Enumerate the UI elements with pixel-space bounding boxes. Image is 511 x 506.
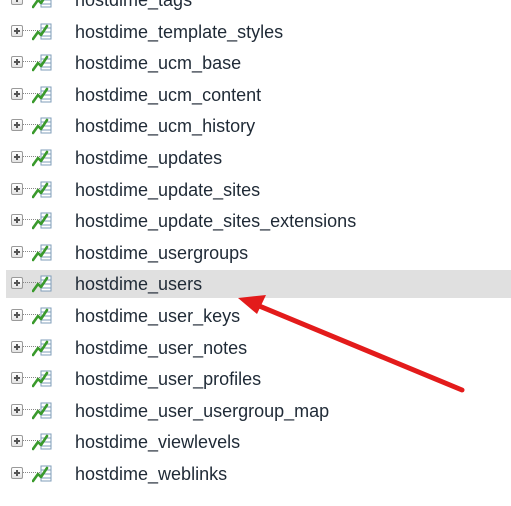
plus-box-icon[interactable] (11, 403, 23, 416)
table-row[interactable]: hostdime_user_usergroup_map (6, 397, 511, 425)
table-name-link[interactable]: hostdime_user_notes (75, 338, 247, 358)
table-name-link[interactable]: hostdime_update_sites_extensions (75, 211, 356, 231)
plus-box-icon[interactable] (11, 467, 23, 479)
table-name-link[interactable]: hostdime_update_sites (75, 180, 260, 200)
table-name-link[interactable]: hostdime_user_keys (75, 306, 240, 326)
table-row[interactable]: hostdime_tags (6, 0, 511, 14)
table-name-link[interactable]: hostdime_user_profiles (75, 369, 261, 389)
table-row[interactable]: hostdime_usergroups (6, 239, 511, 267)
table-name-link[interactable]: hostdime_weblinks (75, 464, 227, 484)
table-structure-icon[interactable] (32, 149, 52, 167)
table-row[interactable]: hostdime_template_styles (6, 18, 511, 46)
table-structure-icon[interactable] (32, 244, 52, 262)
table-name-link[interactable]: hostdime_users (75, 274, 202, 294)
table-row[interactable]: hostdime_ucm_content (6, 81, 511, 109)
plus-box-icon[interactable] (11, 182, 23, 195)
plus-box-icon[interactable] (11, 119, 23, 132)
plus-box-icon[interactable] (11, 214, 23, 227)
plus-box-icon[interactable] (11, 56, 23, 69)
plus-box-icon[interactable] (11, 372, 23, 385)
table-row[interactable]: hostdime_updates (6, 144, 511, 172)
table-row[interactable]: hostdime_user_keys (6, 302, 511, 330)
table-row[interactable]: hostdime_weblinks (6, 460, 511, 488)
table-structure-icon[interactable] (32, 86, 52, 104)
plus-box-icon[interactable] (11, 245, 23, 258)
table-structure-icon[interactable] (32, 54, 52, 72)
table-name-link[interactable]: hostdime_template_styles (75, 22, 283, 42)
table-name-link[interactable]: hostdime_tags (75, 0, 192, 10)
plus-box-icon[interactable] (11, 309, 23, 321)
plus-box-icon[interactable] (11, 87, 23, 100)
table-structure-icon[interactable] (32, 465, 52, 483)
table-structure-icon[interactable] (32, 339, 52, 357)
table-row[interactable]: hostdime_user_profiles (6, 365, 511, 393)
table-name-link[interactable]: hostdime_ucm_base (75, 53, 241, 73)
table-name-link[interactable]: hostdime_user_usergroup_map (75, 401, 329, 421)
table-row[interactable]: hostdime_ucm_history (6, 112, 511, 140)
plus-box-icon[interactable] (11, 435, 23, 448)
plus-box-icon[interactable] (11, 24, 23, 37)
plus-box-icon[interactable] (11, 340, 23, 353)
table-structure-icon[interactable] (32, 181, 52, 199)
table-structure-icon[interactable] (32, 117, 52, 135)
table-row[interactable]: hostdime_update_sites (6, 176, 511, 204)
table-structure-icon[interactable] (32, 23, 52, 41)
table-row[interactable]: hostdime_user_notes (6, 334, 511, 362)
table-structure-icon[interactable] (32, 307, 52, 325)
plus-box-icon[interactable] (11, 151, 23, 163)
table-row[interactable]: hostdime_viewlevels (6, 428, 511, 456)
plus-box-icon[interactable] (11, 277, 23, 290)
table-structure-icon[interactable] (32, 433, 52, 451)
table-name-link[interactable]: hostdime_ucm_history (75, 116, 255, 136)
table-name-link[interactable]: hostdime_usergroups (75, 243, 248, 263)
table-structure-icon[interactable] (32, 212, 52, 230)
table-row[interactable]: hostdime_users (6, 270, 511, 299)
table-structure-icon[interactable] (32, 402, 52, 420)
table-name-link[interactable]: hostdime_ucm_content (75, 85, 261, 105)
table-name-link[interactable]: hostdime_viewlevels (75, 432, 240, 452)
table-row[interactable]: hostdime_ucm_base (6, 49, 511, 77)
table-name-link[interactable]: hostdime_updates (75, 148, 222, 168)
table-structure-icon[interactable] (32, 370, 52, 388)
database-table-tree: hostdime_tags hostdime_template_styleshos… (0, 0, 511, 506)
plus-box-icon[interactable] (11, 0, 23, 5)
table-structure-icon[interactable] (32, 275, 52, 293)
table-row[interactable]: hostdime_update_sites_extensions (6, 207, 511, 235)
table-structure-icon[interactable] (32, 0, 52, 9)
